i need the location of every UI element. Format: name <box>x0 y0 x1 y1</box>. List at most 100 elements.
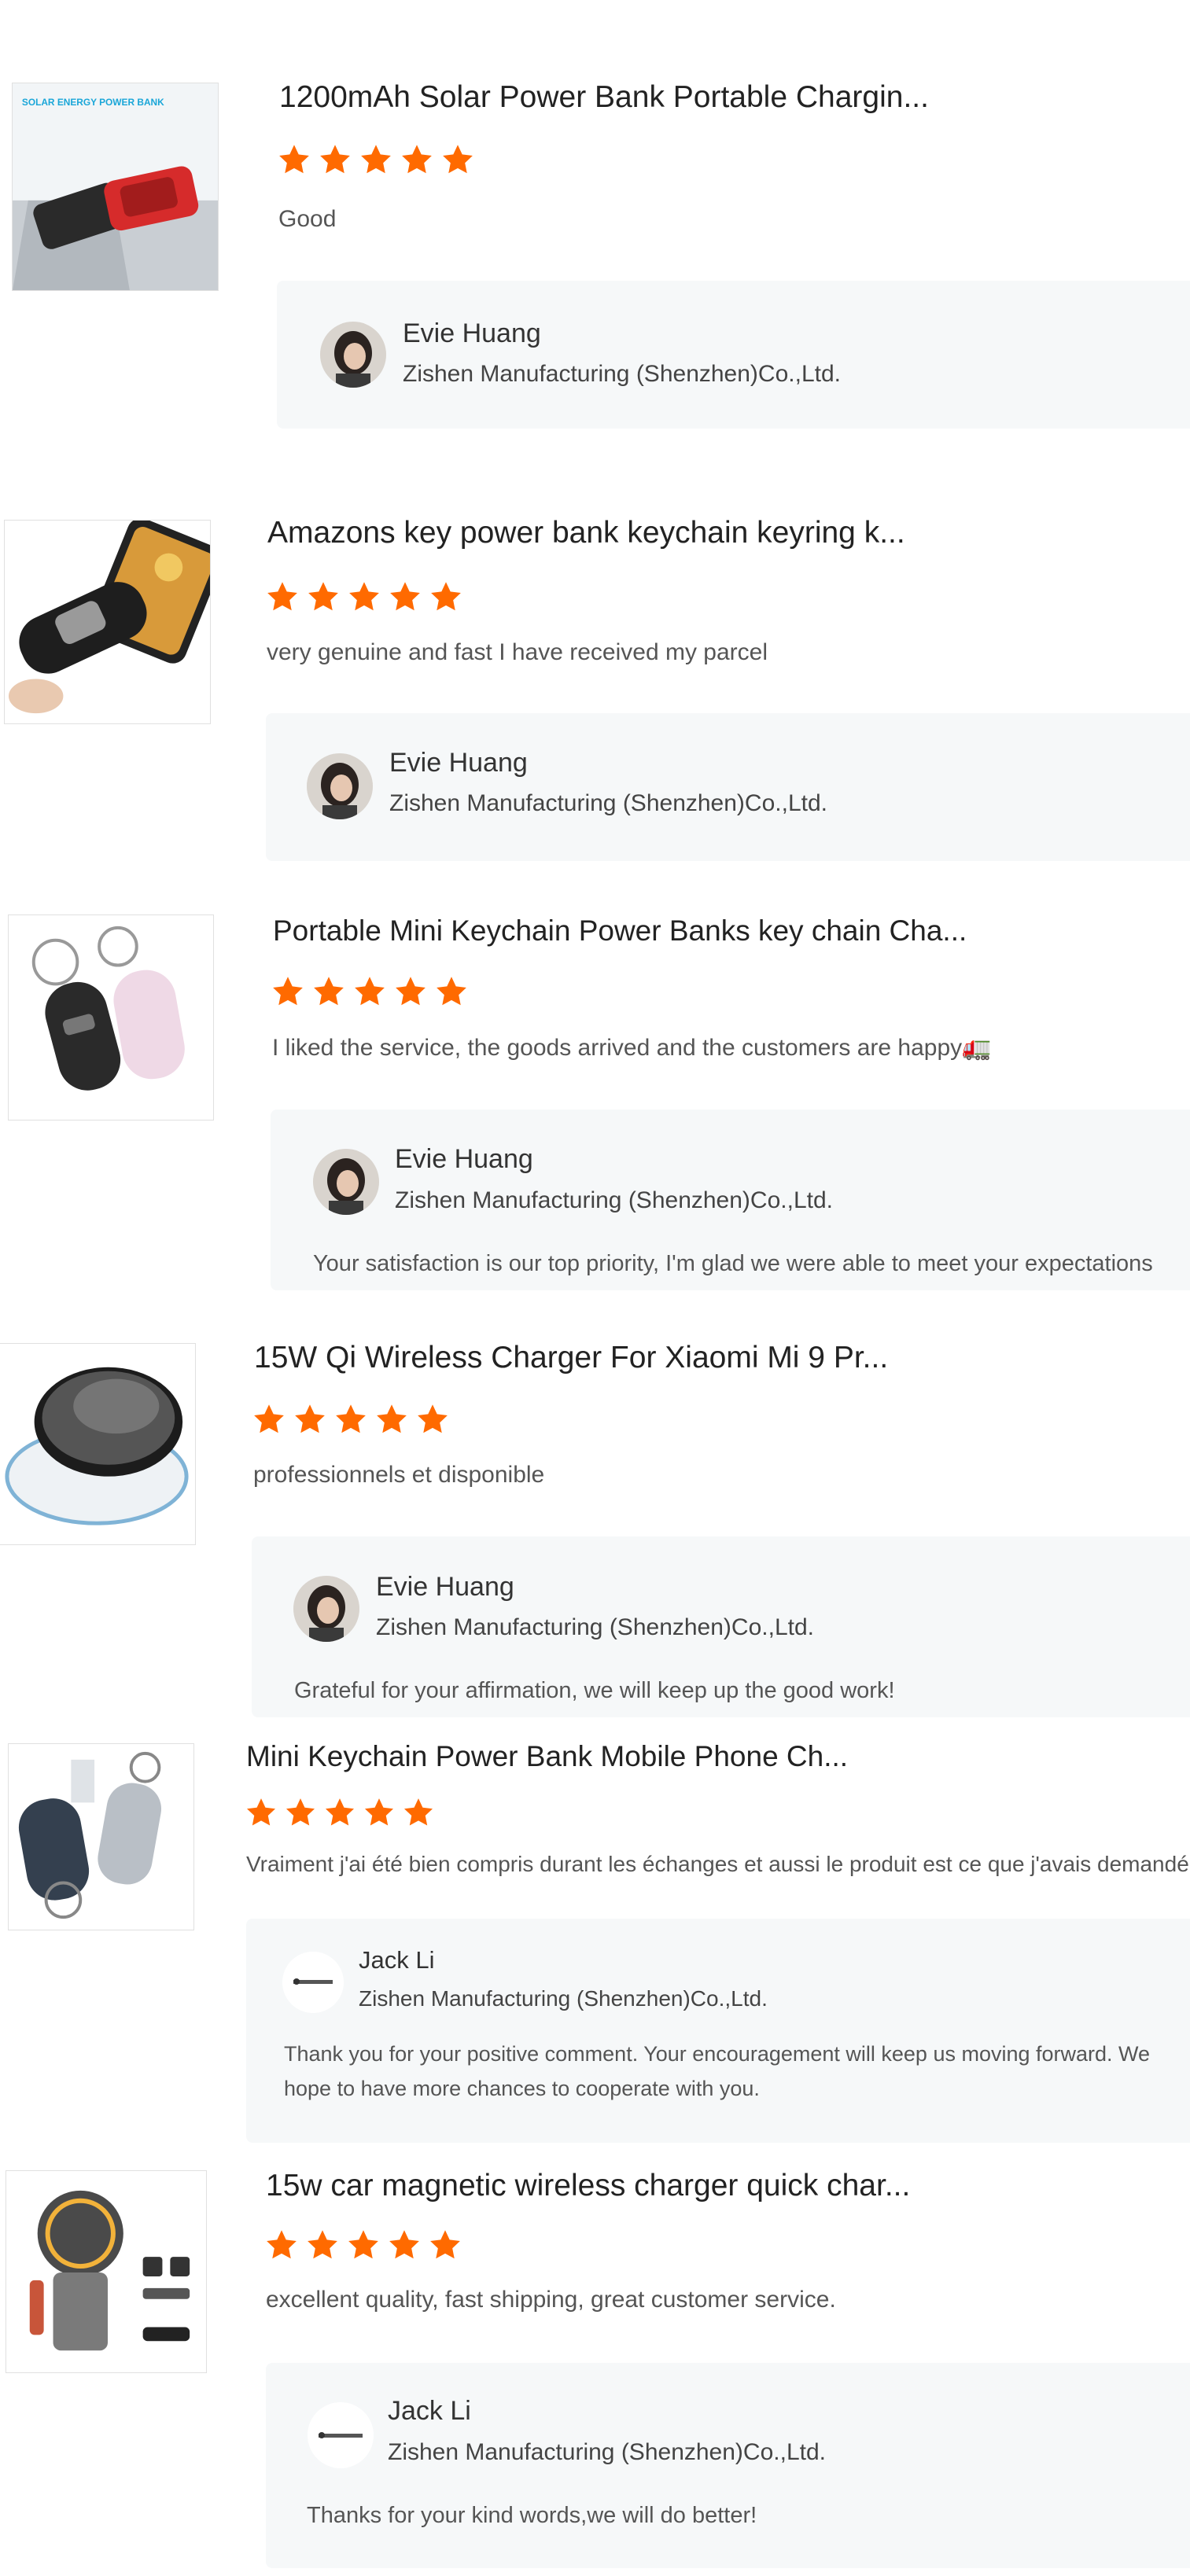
rating-stars <box>271 974 469 1009</box>
reply-author-name: Evie Huang <box>376 1572 514 1602</box>
star-icon <box>374 1402 409 1437</box>
review-item: 15w car magnetic wireless charger quick … <box>0 2151 1190 2576</box>
product-thumbnail[interactable] <box>8 1743 194 1930</box>
avatar <box>313 1149 379 1215</box>
star-icon <box>311 974 346 1009</box>
avatar <box>293 1576 359 1642</box>
star-icon <box>277 142 311 177</box>
review-text: excellent quality, fast shipping, great … <box>266 2287 836 2313</box>
company-logo-icon <box>308 2402 374 2468</box>
rating-stars <box>265 580 463 614</box>
star-icon <box>429 580 463 614</box>
review-item: SOLAR ENERGY POWER BANK 1200mAh Solar Po… <box>0 0 1190 440</box>
reply-message: Your satisfaction is our top priority, I… <box>313 1251 1153 1276</box>
reply-author-name: Jack Li <box>388 2396 471 2426</box>
reply-company: Zishen Manufacturing (Shenzhen)Co.,Ltd. <box>403 361 841 387</box>
product-title[interactable]: 15w car magnetic wireless charger quick … <box>266 2169 1170 2203</box>
star-icon <box>306 580 341 614</box>
review-item: Amazons key power bank keychain keyring … <box>0 440 1190 865</box>
supplier-reply: Evie Huang Zishen Manufacturing (Shenzhe… <box>252 1536 1190 1717</box>
star-icon <box>388 580 422 614</box>
product-title[interactable]: Portable Mini Keychain Power Banks key c… <box>273 914 1177 948</box>
star-icon <box>352 974 387 1009</box>
reply-author-name: Evie Huang <box>403 318 541 348</box>
reply-company: Zishen Manufacturing (Shenzhen)Co.,Ltd. <box>359 1986 768 2011</box>
product-title[interactable]: Amazons key power bank keychain keyring … <box>267 516 1172 550</box>
rating-stars <box>264 2228 462 2262</box>
star-icon <box>346 2228 381 2262</box>
avatar <box>320 322 386 388</box>
supplier-reply: Evie Huang Zishen Manufacturing (Shenzhe… <box>277 281 1190 429</box>
star-icon <box>359 142 393 177</box>
star-icon <box>363 1796 396 1829</box>
star-icon <box>245 1796 278 1829</box>
reply-company: Zishen Manufacturing (Shenzhen)Co.,Ltd. <box>395 1187 833 1213</box>
star-icon <box>284 1796 317 1829</box>
reply-author-name: Evie Huang <box>395 1144 533 1174</box>
star-icon <box>318 142 352 177</box>
reply-company: Zishen Manufacturing (Shenzhen)Co.,Ltd. <box>376 1614 814 1640</box>
avatar <box>282 1952 344 2013</box>
product-thumbnail[interactable] <box>8 914 214 1121</box>
reply-message: Thank you for your positive comment. You… <box>284 2042 1151 2100</box>
star-icon <box>428 2228 462 2262</box>
avatar-photo-icon <box>313 1149 379 1215</box>
reply-author-name: Jack Li <box>359 1946 435 1974</box>
star-icon <box>415 1402 450 1437</box>
star-icon <box>333 1402 368 1437</box>
rating-stars <box>252 1402 450 1437</box>
star-icon <box>434 974 469 1009</box>
review-item: Mini Keychain Power Bank Mobile Phone Ch… <box>0 1722 1190 2151</box>
star-icon <box>323 1796 356 1829</box>
avatar <box>308 2402 374 2468</box>
wireless-charger-image <box>0 1344 195 1544</box>
reply-company: Zishen Manufacturing (Shenzhen)Co.,Ltd. <box>388 2439 826 2465</box>
product-title[interactable]: 1200mAh Solar Power Bank Portable Chargi… <box>279 80 1184 115</box>
solar-power-bank-image: SOLAR ENERGY POWER BANK <box>13 83 218 290</box>
product-thumbnail[interactable] <box>6 2170 207 2373</box>
reply-author-name: Evie Huang <box>389 748 528 778</box>
svg-text:SOLAR ENERGY POWER BANK: SOLAR ENERGY POWER BANK <box>22 97 164 108</box>
reply-company: Zishen Manufacturing (Shenzhen)Co.,Ltd. <box>389 790 827 816</box>
review-text: Vraiment j'ai été bien compris durant le… <box>246 1852 1189 1876</box>
product-thumbnail[interactable]: SOLAR ENERGY POWER BANK <box>12 83 219 291</box>
product-title[interactable]: Mini Keychain Power Bank Mobile Phone Ch… <box>246 1740 1151 1773</box>
review-item: 15W Qi Wireless Charger For Xiaomi Mi 9 … <box>0 1294 1190 1722</box>
star-icon <box>305 2228 340 2262</box>
car-magnetic-charger-image <box>6 2171 206 2372</box>
product-thumbnail[interactable] <box>4 520 211 724</box>
reply-message: Grateful for your affirmation, we will k… <box>294 1678 895 1703</box>
product-thumbnail[interactable] <box>0 1343 196 1545</box>
star-icon <box>393 974 428 1009</box>
company-logo-icon <box>282 1952 344 2013</box>
supplier-reply: Jack Li Zishen Manufacturing (Shenzhen)C… <box>266 2363 1190 2568</box>
star-icon <box>264 2228 299 2262</box>
mini-keychain-power-bank-image <box>9 1744 193 1930</box>
star-icon <box>347 580 381 614</box>
star-icon <box>271 974 305 1009</box>
mini-keychain-power-banks-image <box>9 915 213 1120</box>
keychain-power-bank-image <box>5 521 210 723</box>
reply-message: Thanks for your kind words,we will do be… <box>307 2503 757 2528</box>
avatar-photo-icon <box>307 753 373 819</box>
review-text: very genuine and fast I have received my… <box>267 639 768 665</box>
supplier-reply: Evie Huang Zishen Manufacturing (Shenzhe… <box>271 1110 1190 1290</box>
rating-stars <box>277 142 475 177</box>
review-text: Good <box>278 206 337 232</box>
avatar-photo-icon <box>320 322 386 388</box>
star-icon <box>293 1402 327 1437</box>
review-item: Portable Mini Keychain Power Banks key c… <box>0 865 1190 1294</box>
product-title[interactable]: 15W Qi Wireless Charger For Xiaomi Mi 9 … <box>254 1341 1159 1375</box>
review-text: professionnels et disponible <box>253 1462 545 1488</box>
star-icon <box>252 1402 286 1437</box>
star-icon <box>402 1796 435 1829</box>
star-icon <box>400 142 434 177</box>
star-icon <box>440 142 475 177</box>
rating-stars <box>245 1796 435 1829</box>
supplier-reply: Evie Huang Zishen Manufacturing (Shenzhe… <box>266 713 1190 861</box>
avatar-photo-icon <box>293 1576 359 1642</box>
supplier-reply: Jack Li Zishen Manufacturing (Shenzhen)C… <box>246 1919 1190 2143</box>
avatar <box>307 753 373 819</box>
star-icon <box>387 2228 422 2262</box>
star-icon <box>265 580 300 614</box>
